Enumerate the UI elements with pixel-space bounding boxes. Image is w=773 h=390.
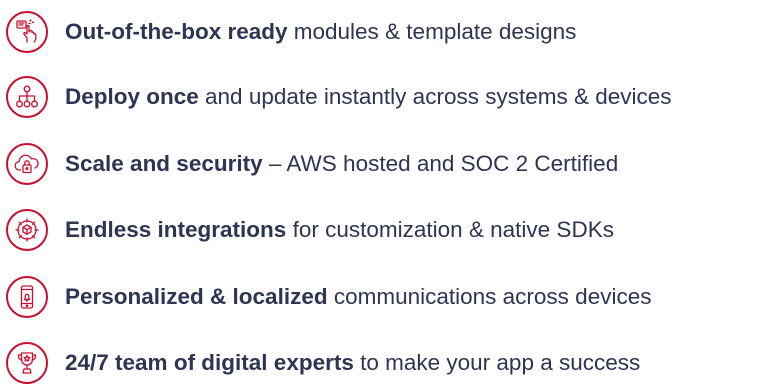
feature-item-personalized: Personalized & localized communications … bbox=[6, 273, 651, 321]
feature-text: Scale and security – AWS hosted and SOC … bbox=[65, 151, 618, 177]
network-hierarchy-icon bbox=[6, 76, 48, 118]
feature-text: Personalized & localized communications … bbox=[65, 284, 651, 310]
feature-item-ready-modules: Out-of-the-box ready modules & template … bbox=[6, 8, 576, 56]
feature-description: and update instantly across systems & de… bbox=[198, 84, 672, 109]
feature-text: Out-of-the-box ready modules & template … bbox=[65, 19, 576, 45]
feature-item-integrations: Endless integrations for customization &… bbox=[6, 206, 614, 254]
feature-text: 24/7 team of digital experts to make you… bbox=[65, 350, 640, 376]
hand-tap-icon bbox=[6, 11, 48, 53]
feature-description: – AWS hosted and SOC 2 Certified bbox=[262, 151, 619, 176]
feature-text: Endless integrations for customization &… bbox=[65, 217, 614, 243]
mobile-notification-icon bbox=[6, 276, 48, 318]
feature-highlight: Out-of-the-box ready bbox=[65, 19, 288, 44]
feature-description: modules & template designs bbox=[287, 19, 577, 44]
feature-item-expert-team: 24/7 team of digital experts to make you… bbox=[6, 339, 640, 387]
feature-list: Out-of-the-box ready modules & template … bbox=[0, 0, 773, 390]
feature-text: Deploy once and update instantly across … bbox=[65, 84, 672, 110]
integration-gear-icon bbox=[6, 209, 48, 251]
feature-item-scale-security: Scale and security – AWS hosted and SOC … bbox=[6, 140, 618, 188]
feature-highlight: 24/7 team of digital experts bbox=[65, 350, 354, 375]
feature-item-deploy-once: Deploy once and update instantly across … bbox=[6, 73, 672, 121]
feature-description: communications across devices bbox=[327, 284, 652, 309]
feature-description: for customization & native SDKs bbox=[286, 217, 614, 242]
trophy-icon bbox=[6, 342, 48, 384]
feature-highlight: Endless integrations bbox=[65, 217, 287, 242]
feature-highlight: Personalized & localized bbox=[65, 284, 328, 309]
feature-highlight: Scale and security bbox=[65, 151, 263, 176]
cloud-lock-icon bbox=[6, 143, 48, 185]
feature-highlight: Deploy once bbox=[65, 84, 199, 109]
feature-description: to make your app a success bbox=[353, 350, 641, 375]
